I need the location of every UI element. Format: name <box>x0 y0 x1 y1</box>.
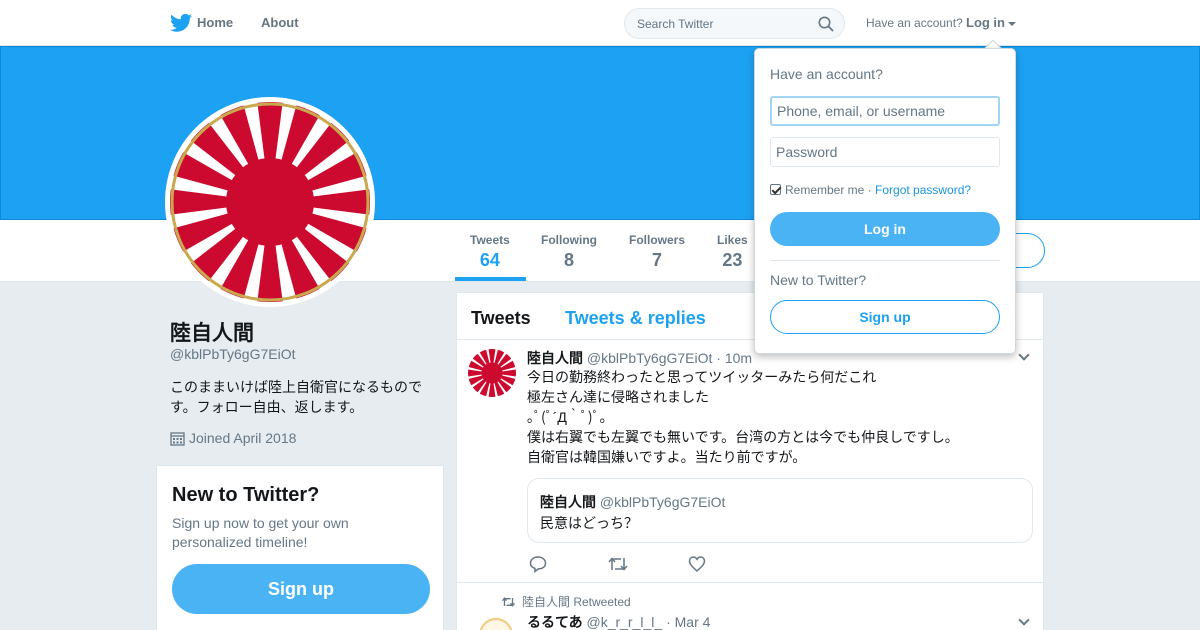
login-link-label: Log in <box>966 15 1005 30</box>
tweet-text-line: 極左さん達に侵略されました <box>527 389 709 405</box>
stat-followers[interactable]: Followers 7 <box>629 233 685 271</box>
retweet-icon[interactable] <box>608 555 628 573</box>
reply-icon[interactable] <box>529 555 547 573</box>
active-tab-underline <box>455 277 526 281</box>
profile-avatar[interactable] <box>165 97 375 307</box>
twitter-bird-icon[interactable] <box>170 13 192 33</box>
remember-me-row: Remember me · Forgot password? <box>770 183 971 197</box>
caret-down-icon <box>1008 21 1016 26</box>
rising-sun-flag-icon <box>468 349 516 397</box>
stat-likes[interactable]: Likes 23 <box>717 233 748 271</box>
stat-followers-label: Followers <box>629 233 686 247</box>
tweet-avatar[interactable] <box>479 618 513 630</box>
stat-tweets-label: Tweets <box>470 233 510 247</box>
quoted-author-handle: @kblPbTy6gG7EiOt <box>599 494 726 510</box>
username-input[interactable] <box>770 96 1000 126</box>
signup-card-title: New to Twitter? <box>172 484 320 506</box>
quoted-tweet-header: 陸自人間 @kblPbTy6gG7EiOt <box>540 492 725 512</box>
login-button[interactable]: Log in <box>770 212 1000 246</box>
tweet-author-name[interactable]: 陸自人間 <box>527 350 583 366</box>
tweet-text-line: ｡ﾟ(ﾟ´Д｀ﾟ)ﾟ｡ <box>527 409 607 425</box>
retweet-context: 陸自人間 Retweeted <box>501 593 631 610</box>
tweet-text-line: 僕は右翼でも左翼でも無いです。台湾の方とは今でも仲良しですし。 <box>527 429 959 445</box>
tweet-header: 陸自人間 @kblPbTy6gG7EiOt · 10m <box>527 348 752 368</box>
separator: · <box>864 183 876 197</box>
have-account-text: Have an account? <box>866 16 963 30</box>
divider <box>457 582 1043 583</box>
joined-date: Joined April 2018 <box>189 430 297 446</box>
tweet-text: 今日の勤務終わったと思ってツイッターみたら何だこれ 極左さん達に侵略されました … <box>527 367 1027 467</box>
retweet-context-text[interactable]: 陸自人間 Retweeted <box>522 595 631 609</box>
stat-tweets-value: 64 <box>479 250 500 270</box>
login-dropdown: Have an account? Remember me · Forgot pa… <box>754 48 1016 354</box>
signup-card: New to Twitter? Sign up now to get your … <box>156 465 444 630</box>
quoted-tweet[interactable]: 陸自人間 @kblPbTy6gG7EiOt 民意はどっち？ <box>527 478 1033 543</box>
remember-me-checkbox[interactable] <box>770 184 781 195</box>
calendar-icon <box>170 432 185 446</box>
quoted-author-name: 陸自人間 <box>540 494 596 510</box>
stat-followers-value: 7 <box>652 250 663 270</box>
tweet-text-line: 今日の勤務終わったと思ってツイッターみたら何だこれ <box>527 369 877 385</box>
tweet-header: るるてあ @k_r_r_l_l_ · Mar 4 <box>527 612 710 630</box>
remember-me-label[interactable]: Remember me <box>785 183 864 197</box>
retweet-icon <box>501 597 516 607</box>
tweet-timestamp[interactable]: · 10m <box>716 350 752 366</box>
stat-likes-label: Likes <box>717 233 748 247</box>
top-navigation-bar: Home About Search Twitter Have an accoun… <box>0 0 1200 46</box>
tweet-author-name[interactable]: るるてあ <box>527 614 583 630</box>
profile-bio: このままいけば陸上自衛官になるものです。フォロー自由、返します。 <box>170 379 422 415</box>
nav-home-link[interactable]: Home <box>197 15 233 30</box>
new-to-twitter-text: New to Twitter? <box>770 272 867 288</box>
signup-card-text: Sign up now to get your own personalized… <box>172 515 349 550</box>
signup-card-button[interactable]: Sign up <box>172 564 430 614</box>
tab-tweets[interactable]: Tweets <box>471 308 531 329</box>
tweet-author-handle[interactable]: @kblPbTy6gG7EiOt <box>587 350 713 366</box>
tab-tweets-replies[interactable]: Tweets & replies <box>565 308 706 329</box>
stat-likes-value: 23 <box>722 250 743 270</box>
quoted-tweet-text: 民意はどっち？ <box>540 515 638 531</box>
chevron-down-icon[interactable] <box>1018 614 1030 626</box>
search-box[interactable]: Search Twitter <box>624 8 845 39</box>
tweet-avatar[interactable] <box>468 349 516 397</box>
rising-sun-flag-icon <box>170 102 370 302</box>
stat-following-value: 8 <box>563 250 574 270</box>
stat-following-label: Following <box>541 233 597 247</box>
stat-following[interactable]: Following 8 <box>541 233 597 271</box>
profile-joined: Joined April 2018 <box>170 430 296 446</box>
stat-tweets[interactable]: Tweets 64 <box>470 233 510 271</box>
profile-handle[interactable]: @kblPbTy6gG7EiOt <box>170 346 296 362</box>
tweet-author-handle[interactable]: @k_r_r_l_l_ <box>586 614 662 630</box>
forgot-password-link[interactable]: Forgot password? <box>875 183 971 197</box>
search-placeholder: Search Twitter <box>637 17 714 31</box>
password-input[interactable] <box>770 137 1000 167</box>
login-dropdown-toggle[interactable]: Log in <box>966 15 1016 30</box>
search-icon[interactable] <box>818 16 834 32</box>
divider <box>770 260 1000 261</box>
chevron-down-icon[interactable] <box>1018 349 1030 361</box>
signup-button[interactable]: Sign up <box>770 300 1000 334</box>
login-dropdown-title: Have an account? <box>770 66 883 82</box>
tweet-text-line: 自衛官は韓国嫌いですよ。当たり前ですが。 <box>527 449 807 465</box>
like-icon[interactable] <box>688 555 706 573</box>
tweet-timestamp[interactable]: · Mar 4 <box>666 614 710 630</box>
profile-name: 陸自人間 <box>170 322 254 345</box>
nav-about-link[interactable]: About <box>261 15 299 30</box>
